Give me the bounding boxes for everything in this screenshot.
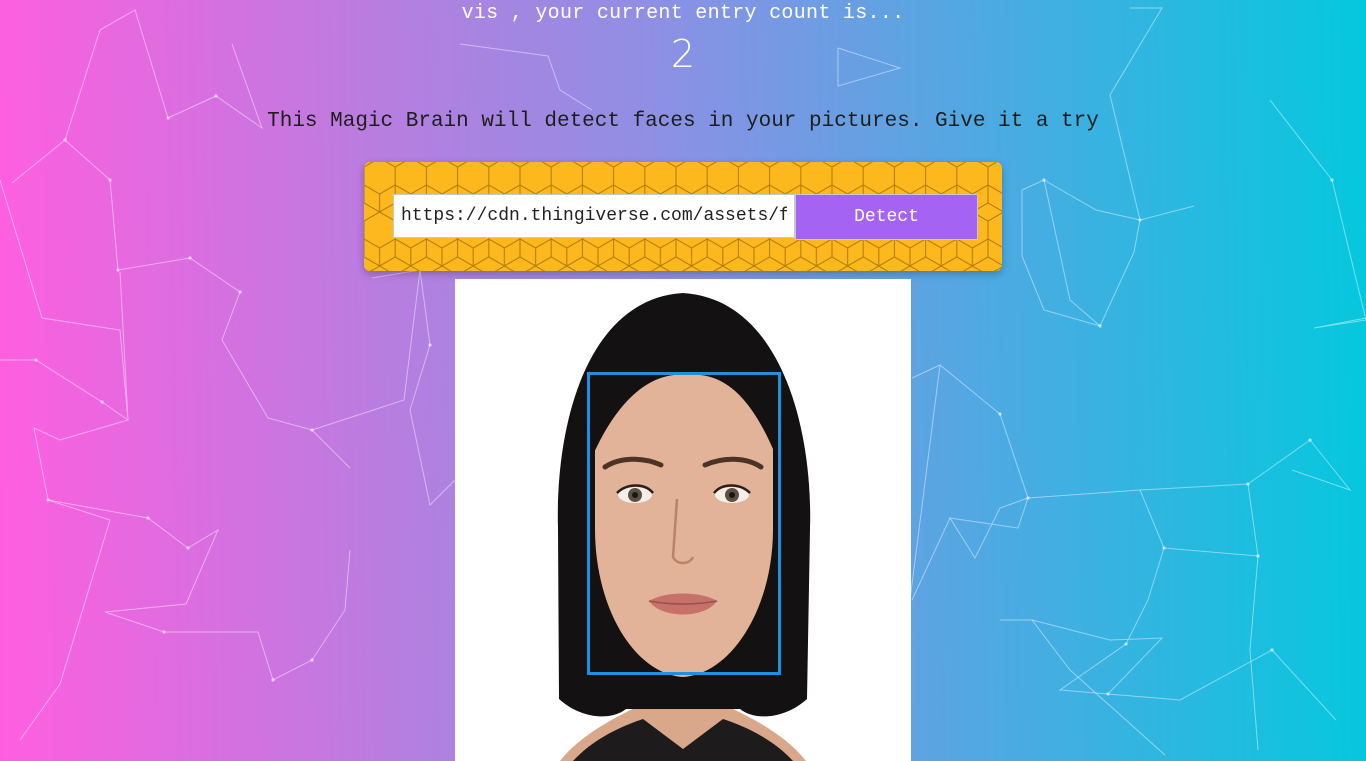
face-bounding-box xyxy=(587,372,781,675)
entry-count-value: 2 xyxy=(670,32,696,76)
detect-button[interactable]: Detect xyxy=(795,194,978,240)
result-image xyxy=(455,279,911,761)
entry-count-message: vis , your current entry count is... xyxy=(461,2,905,25)
image-url-form: Detect xyxy=(364,162,1002,271)
app-tagline: This Magic Brain will detect faces in yo… xyxy=(267,110,1099,133)
image-url-input[interactable] xyxy=(393,194,795,238)
